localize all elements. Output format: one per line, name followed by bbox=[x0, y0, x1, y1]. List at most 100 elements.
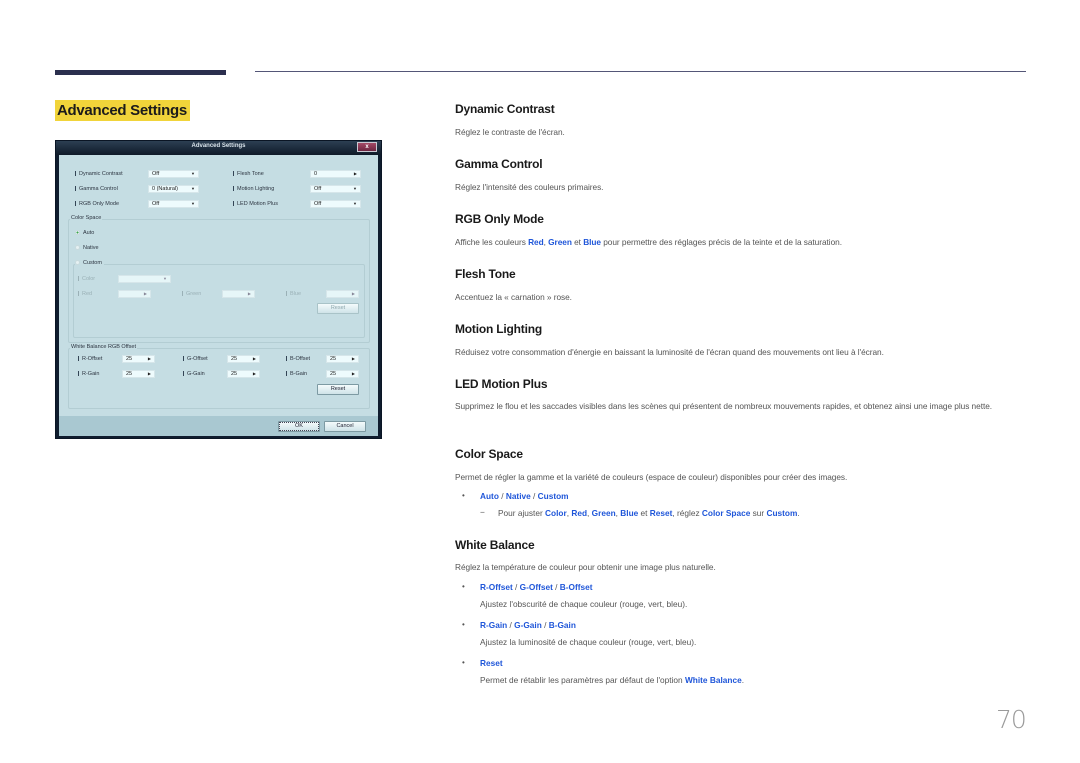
bullet-icon: • bbox=[462, 491, 465, 500]
advanced-settings-dialog: Advanced Settings x Dynamic Contrast Off… bbox=[55, 140, 382, 439]
header-rule-thick bbox=[55, 70, 226, 75]
r-offset-value: 25 bbox=[126, 356, 133, 362]
arrow-right-icon: ▶ bbox=[252, 371, 256, 376]
term-reset: Reset bbox=[480, 658, 503, 668]
red-label: Red bbox=[78, 291, 92, 297]
text-fragment: et bbox=[638, 508, 650, 518]
arrow-right-icon: ▶ bbox=[353, 171, 357, 176]
motion-lighting-value: Off bbox=[314, 186, 322, 192]
dash-icon: − bbox=[480, 507, 485, 517]
r-offset-stepper[interactable]: 25 ▶ bbox=[122, 355, 155, 363]
reset-term: Reset bbox=[480, 658, 503, 668]
white-balance-reset-button[interactable]: Reset bbox=[317, 384, 359, 395]
text-fragment: Pour ajuster bbox=[498, 508, 546, 518]
white-balance-group-label: White Balance RGB Offset bbox=[70, 344, 138, 350]
arrow-right-icon: ▶ bbox=[351, 291, 355, 296]
bullet-icon: • bbox=[462, 658, 465, 667]
color-select[interactable]: ▼ bbox=[118, 275, 171, 283]
gain-description: Ajustez la luminosité de chaque couleur … bbox=[480, 637, 697, 647]
text-fragment: Permet de rétablir les paramètres par dé… bbox=[480, 675, 685, 685]
led-motion-plus-heading: LED Motion Plus bbox=[455, 377, 548, 391]
b-offset-stepper[interactable]: 25 ▶ bbox=[326, 355, 359, 363]
color-label: Color bbox=[78, 276, 95, 282]
term-blue: Blue bbox=[620, 508, 639, 518]
flesh-tone-text: Accentuez la « carnation » rose. bbox=[455, 292, 572, 302]
gamma-control-label: Gamma Control bbox=[75, 186, 118, 192]
dynamic-contrast-text: Réglez le contraste de l'écran. bbox=[455, 127, 565, 137]
motion-lighting-text: Réduisez votre consommation d'énergie en… bbox=[455, 347, 884, 357]
r-gain-label: R-Gain bbox=[78, 371, 99, 377]
flesh-tone-value: 0 bbox=[314, 171, 318, 177]
term-blue: Blue bbox=[583, 237, 601, 247]
radio-auto[interactable]: Auto bbox=[75, 230, 94, 236]
dynamic-contrast-select[interactable]: Off ▼ bbox=[148, 170, 199, 178]
term-red: Red bbox=[571, 508, 588, 518]
gamma-control-select[interactable]: 0 (Natural) ▼ bbox=[148, 185, 199, 193]
gamma-control-text: Réglez l'intensité des couleurs primaire… bbox=[455, 182, 604, 192]
chevron-down-icon: ▼ bbox=[191, 171, 195, 176]
offset-terms: R-Offset / G-Offset / B-Offset bbox=[480, 582, 593, 592]
term-g-gain: G-Gain bbox=[514, 620, 542, 630]
radio-native[interactable]: Native bbox=[75, 245, 99, 251]
header-rule-thin bbox=[255, 71, 1026, 72]
arrow-right-icon: ▶ bbox=[147, 356, 151, 361]
g-offset-stepper[interactable]: 25 ▶ bbox=[227, 355, 260, 363]
green-stepper[interactable]: ▶ bbox=[222, 290, 255, 298]
text-fragment: . bbox=[741, 675, 744, 685]
term-native: Native bbox=[505, 491, 531, 501]
radio-custom[interactable]: Custom bbox=[75, 260, 104, 266]
term-b-gain: B-Gain bbox=[548, 620, 576, 630]
text-fragment: pour permettre des réglages précis de la… bbox=[600, 237, 842, 247]
separator: / bbox=[498, 491, 506, 501]
motion-lighting-heading: Motion Lighting bbox=[455, 322, 542, 336]
flesh-tone-label: Flesh Tone bbox=[233, 171, 264, 177]
text-fragment: Affiche les couleurs bbox=[455, 237, 529, 247]
radio-unselected-icon bbox=[75, 245, 80, 250]
text-fragment: sur bbox=[750, 508, 767, 518]
text-fragment: et bbox=[571, 237, 584, 247]
dialog-title: Advanced Settings bbox=[191, 143, 246, 149]
led-motion-plus-select[interactable]: Off ▼ bbox=[310, 200, 361, 208]
flesh-tone-stepper[interactable]: 0 ▶ bbox=[310, 170, 361, 178]
r-gain-stepper[interactable]: 25 ▶ bbox=[122, 370, 155, 378]
color-reset-button[interactable]: Reset bbox=[317, 303, 359, 314]
rgb-only-mode-value: Off bbox=[152, 201, 160, 207]
flesh-tone-heading: Flesh Tone bbox=[455, 267, 516, 281]
radio-selected-icon bbox=[75, 230, 80, 235]
g-gain-stepper[interactable]: 25 ▶ bbox=[227, 370, 260, 378]
cancel-button[interactable]: Cancel bbox=[324, 421, 366, 432]
radio-custom-label: Custom bbox=[83, 260, 102, 266]
dialog-titlebar: Advanced Settings x bbox=[56, 141, 381, 155]
radio-native-label: Native bbox=[83, 245, 99, 251]
red-stepper[interactable]: ▶ bbox=[118, 290, 151, 298]
separator: / bbox=[530, 491, 538, 501]
gamma-control-heading: Gamma Control bbox=[455, 157, 543, 171]
blue-stepper[interactable]: ▶ bbox=[326, 290, 359, 298]
custom-group bbox=[73, 264, 365, 338]
g-gain-label: G-Gain bbox=[183, 371, 205, 377]
color-space-heading: Color Space bbox=[455, 447, 523, 461]
term-r-offset: R-Offset bbox=[480, 582, 513, 592]
separator: / bbox=[552, 582, 560, 592]
chevron-down-icon: ▼ bbox=[191, 186, 195, 191]
b-gain-stepper[interactable]: 25 ▶ bbox=[326, 370, 359, 378]
arrow-right-icon: ▶ bbox=[143, 291, 147, 296]
arrow-right-icon: ▶ bbox=[351, 356, 355, 361]
term-color-space: Color Space bbox=[701, 508, 751, 518]
r-offset-label: R-Offset bbox=[78, 356, 102, 362]
led-motion-plus-text: Supprimez le flou et les saccades visibl… bbox=[455, 401, 993, 411]
chevron-down-icon: ▼ bbox=[353, 186, 357, 191]
ok-button[interactable]: OK bbox=[278, 421, 320, 432]
section-title: Advanced Settings bbox=[55, 100, 190, 121]
close-button[interactable]: x bbox=[357, 142, 377, 152]
motion-lighting-select[interactable]: Off ▼ bbox=[310, 185, 361, 193]
term-green: Green bbox=[548, 237, 572, 247]
g-offset-value: 25 bbox=[231, 356, 238, 362]
green-label: Green bbox=[182, 291, 201, 297]
term-auto: Auto bbox=[480, 491, 499, 501]
text-fragment: . bbox=[797, 508, 800, 518]
gamma-control-value: 0 (Natural) bbox=[152, 186, 178, 192]
term-custom: Custom bbox=[537, 491, 569, 501]
rgb-only-mode-select[interactable]: Off ▼ bbox=[148, 200, 199, 208]
term-custom: Custom bbox=[766, 508, 798, 518]
